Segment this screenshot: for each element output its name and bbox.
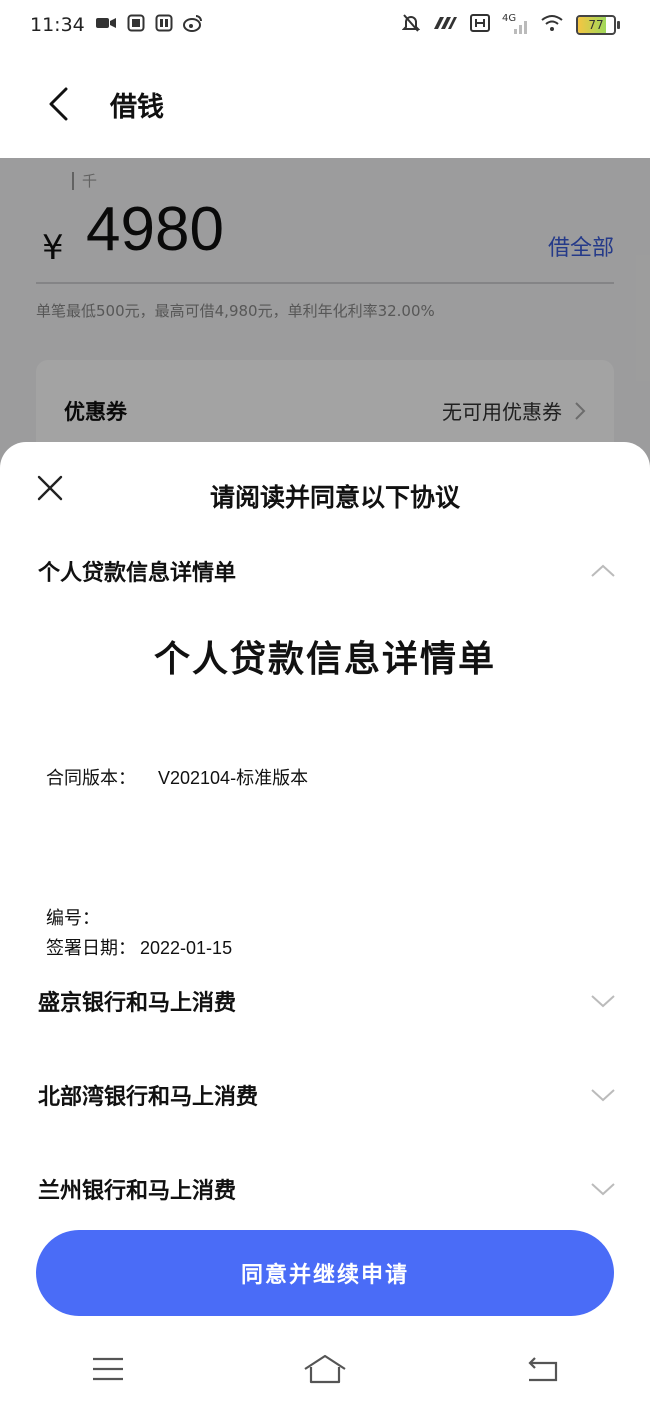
nfc-icon [432,14,458,36]
wifi-icon [540,14,564,37]
section-label: 盛京银行和马上消费 [38,991,237,1016]
chevron-down-icon [590,1176,616,1202]
section-beibuwan-bank[interactable]: 北部湾银行和马上消费 [38,1070,616,1120]
back-button[interactable] [38,84,78,124]
app-icon [127,14,145,37]
system-nav-bar [0,1330,650,1407]
sign-date-line: 签署日期： 2022-01-15 [46,934,232,960]
menu-icon [93,1357,124,1380]
status-bar: 11:34 4G 77 [0,0,650,50]
document-title: 个人贷款信息详情单 [153,639,496,680]
mute-icon [401,13,421,38]
back-nav-button[interactable] [512,1347,572,1391]
document-number-line: 编号： [46,904,100,930]
return-icon [528,1356,557,1381]
chevron-up-icon [590,558,616,584]
contract-version-line: 合同版本： V202104-标准版本 [46,764,308,790]
section-label: 兰州银行和马上消费 [38,1179,237,1204]
battery-icon: 77 [576,15,620,35]
home-icon [304,1354,346,1383]
app-icon [155,14,173,37]
contract-version-value: V202104-标准版本 [158,768,309,788]
video-icon [95,14,117,36]
status-time: 11:34 [30,14,85,36]
status-right: 4G 77 [401,13,620,38]
chevron-down-icon [590,1082,616,1108]
chevron-down-icon [590,988,616,1014]
battery-level: 77 [588,18,604,32]
app-header: 借钱 [0,50,650,158]
signal-4g-icon: 4G [502,13,528,35]
home-button[interactable] [295,1347,355,1391]
sign-date-value: 2022-01-15 [140,938,233,958]
agreement-sheet: 请阅读并同意以下协议 个人贷款信息详情单 个人贷款信息详情单 合同版本： V202… [0,442,650,1407]
document-number-label: 编号： [46,908,100,929]
page-title: 借钱 [110,91,164,123]
section-shengjing-bank[interactable]: 盛京银行和马上消费 [38,976,616,1026]
section-label: 北部湾银行和马上消费 [38,1085,259,1110]
sign-date-label: 签署日期： [46,938,136,959]
contract-version-label: 合同版本： [46,768,136,789]
agree-continue-button[interactable]: 同意并继续申请 [36,1230,614,1316]
section-lanzhou-bank[interactable]: 兰州银行和马上消费 [38,1164,616,1214]
sheet-title: 请阅读并同意以下协议 [209,483,460,512]
menu-button[interactable] [78,1347,138,1391]
back-arrow-icon [49,87,68,121]
hd-icon [470,13,490,37]
section-label: 个人贷款信息详情单 [38,561,237,586]
section-personal-loan-info[interactable]: 个人贷款信息详情单 [38,546,616,596]
weibo-icon [182,14,203,37]
status-left: 11:34 [30,14,203,37]
